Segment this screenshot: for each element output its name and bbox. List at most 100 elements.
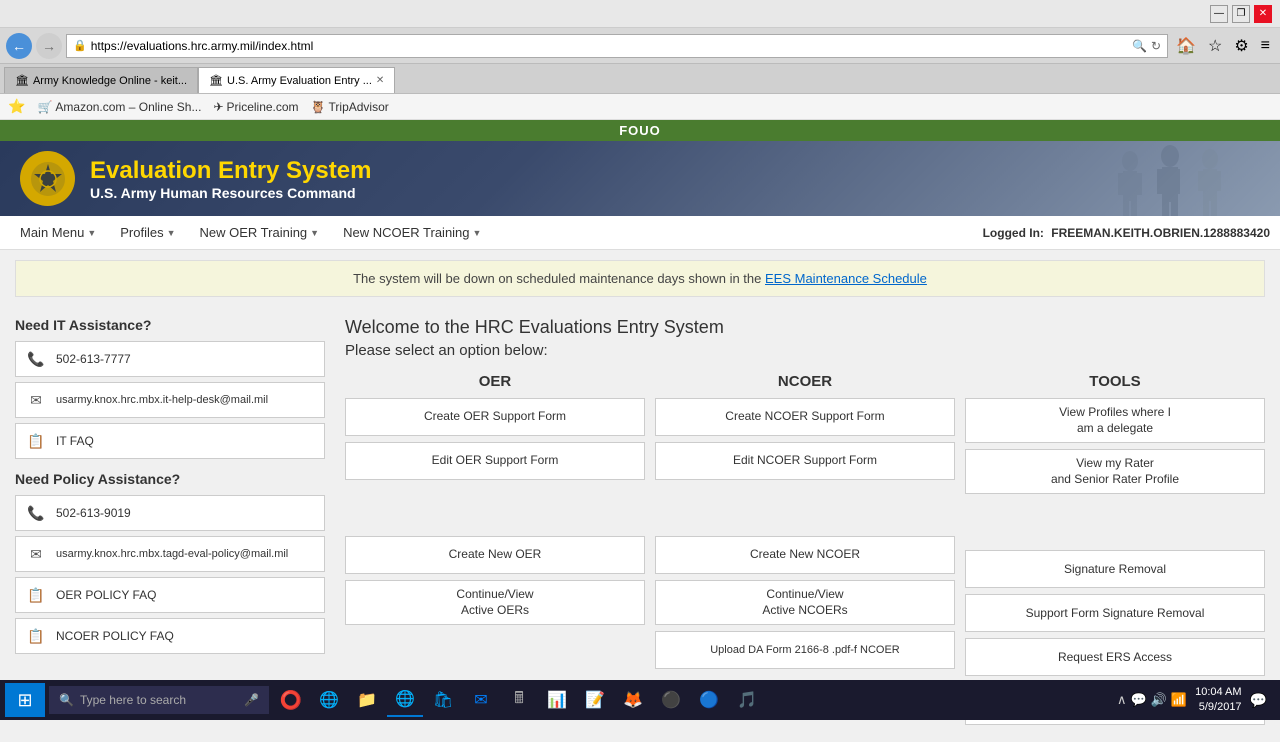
url-input[interactable] bbox=[91, 39, 1128, 53]
oer-column-header: OER bbox=[345, 373, 645, 390]
ees-maintenance-link[interactable]: EES Maintenance Schedule bbox=[765, 271, 927, 286]
policy-phone-button[interactable]: 📞 502-613-9019 bbox=[15, 495, 325, 531]
maintenance-banner: The system will be down on scheduled mai… bbox=[15, 260, 1265, 297]
start-button[interactable]: ⊞ bbox=[5, 683, 45, 717]
welcome-subtitle: Please select an option below: bbox=[345, 342, 1265, 359]
left-panel: Need IT Assistance? 📞 502-613-7777 ✉ usa… bbox=[15, 317, 325, 732]
email-icon: ✉ bbox=[26, 390, 46, 410]
taskbar-right: ∧ 💬 🔊 📶 10:04 AM 5/9/2017 💬 bbox=[1117, 685, 1275, 716]
search-label: Type here to search bbox=[80, 693, 186, 707]
volume-icon[interactable]: 🔊 bbox=[1151, 692, 1167, 708]
taskbar-app-store[interactable]: 🛍 bbox=[425, 683, 461, 717]
chevron-down-icon: ▼ bbox=[167, 228, 176, 238]
tab-aks[interactable]: 🏛 Army Knowledge Online - keit... bbox=[4, 67, 198, 93]
chevron-down-icon: ▼ bbox=[310, 228, 319, 238]
taskbar-app-ie[interactable]: 🌐 bbox=[387, 683, 423, 717]
home-icon[interactable]: 🏠 bbox=[1172, 36, 1200, 56]
email-icon: ✉ bbox=[26, 544, 46, 564]
policy-email-button[interactable]: ✉ usarmy.knox.hrc.mbx.tagd-eval-policy@m… bbox=[15, 536, 325, 572]
forward-button[interactable]: → bbox=[36, 33, 62, 59]
taskbar-search[interactable]: 🔍 Type here to search 🎤 bbox=[49, 686, 269, 714]
policy-section: Need Policy Assistance? 📞 502-613-9019 ✉… bbox=[15, 471, 325, 654]
tabs-bar: 🏛 Army Knowledge Online - keit... 🏛 U.S.… bbox=[0, 64, 1280, 94]
policy-section-title: Need Policy Assistance? bbox=[15, 471, 325, 487]
header-silhouette bbox=[880, 146, 1280, 216]
taskbar-app-cortana[interactable]: ⭕ bbox=[273, 683, 309, 717]
chevron-down-icon: ▼ bbox=[473, 228, 482, 238]
close-button[interactable]: ✕ bbox=[1254, 5, 1272, 23]
notification-icon[interactable]: 💬 bbox=[1250, 692, 1267, 709]
tab-label: U.S. Army Evaluation Entry ... bbox=[227, 75, 372, 87]
header-title: Evaluation Entry System bbox=[90, 157, 371, 185]
ncoer-policy-faq-button[interactable]: 📋 NCOER POLICY FAQ bbox=[15, 618, 325, 654]
document-icon: 📋 bbox=[26, 585, 46, 605]
clock-date: 5/9/2017 bbox=[1195, 700, 1241, 715]
taskbar-app-calc[interactable]: 🖩 bbox=[501, 683, 537, 717]
support-form-signature-removal-button[interactable]: Support Form Signature Removal bbox=[965, 594, 1265, 632]
upload-da-form-button[interactable]: Upload DA Form 2166-8 .pdf-f NCOER bbox=[655, 631, 955, 669]
continue-view-active-oers-button[interactable]: Continue/View Active OERs bbox=[345, 580, 645, 625]
create-new-oer-button[interactable]: Create New OER bbox=[345, 536, 645, 574]
tab-army-eval[interactable]: 🏛 U.S. Army Evaluation Entry ... ✕ bbox=[198, 67, 395, 93]
minimize-button[interactable]: — bbox=[1210, 5, 1228, 23]
tab-close-icon[interactable]: ✕ bbox=[376, 75, 384, 86]
chevron-up-icon[interactable]: ∧ bbox=[1117, 692, 1127, 708]
comment-icon[interactable]: 💬 bbox=[1131, 692, 1147, 708]
fouo-banner: FOUO bbox=[0, 120, 1280, 141]
taskbar-app-powerpoint[interactable]: 📊 bbox=[539, 683, 575, 717]
amazon-icon: 🛒 bbox=[37, 100, 52, 114]
tripadvisor-icon: 🦉 bbox=[311, 100, 326, 114]
taskbar-app-explorer[interactable]: 📁 bbox=[349, 683, 385, 717]
settings-icon[interactable]: ⚙ bbox=[1230, 36, 1252, 56]
network-icon[interactable]: 📶 bbox=[1171, 692, 1187, 708]
bookmark-priceline[interactable]: ✈ Priceline.com bbox=[213, 100, 298, 114]
nav-menu: Main Menu ▼ Profiles ▼ New OER Training … bbox=[0, 216, 1280, 250]
view-rater-profile-button[interactable]: View my Rater and Senior Rater Profile bbox=[965, 449, 1265, 494]
create-ncoer-support-form-button[interactable]: Create NCOER Support Form bbox=[655, 398, 955, 436]
it-phone-button[interactable]: 📞 502-613-7777 bbox=[15, 341, 325, 377]
header-text: Evaluation Entry System U.S. Army Human … bbox=[90, 157, 371, 201]
back-button[interactable]: ← bbox=[6, 33, 32, 59]
nav-main-menu[interactable]: Main Menu ▼ bbox=[10, 219, 106, 246]
taskbar-app-edge[interactable]: 🌐 bbox=[311, 683, 347, 717]
ncoer-column-header: NCOER bbox=[655, 373, 955, 390]
search-icon: 🔍 bbox=[59, 693, 74, 707]
it-faq-button[interactable]: 📋 IT FAQ bbox=[15, 423, 325, 459]
tab-label: Army Knowledge Online - keit... bbox=[33, 75, 187, 87]
maximize-button[interactable]: ❐ bbox=[1232, 5, 1250, 23]
nav-user-info: Logged In: FREEMAN.KEITH.OBRIEN.12888834… bbox=[983, 226, 1270, 240]
oer-policy-faq-button[interactable]: 📋 OER POLICY FAQ bbox=[15, 577, 325, 613]
edit-oer-support-form-button[interactable]: Edit OER Support Form bbox=[345, 442, 645, 480]
continue-view-active-ncoers-button[interactable]: Continue/View Active NCOERs bbox=[655, 580, 955, 625]
priceline-icon: ✈ bbox=[213, 100, 223, 114]
bookmark-amazon[interactable]: 🛒 Amazon.com – Online Sh... bbox=[37, 100, 201, 114]
mic-icon: 🎤 bbox=[244, 693, 259, 707]
welcome-title: Welcome to the HRC Evaluations Entry Sys… bbox=[345, 317, 1265, 338]
nav-oer-training[interactable]: New OER Training ▼ bbox=[190, 219, 330, 246]
edit-ncoer-support-form-button[interactable]: Edit NCOER Support Form bbox=[655, 442, 955, 480]
refresh-icon[interactable]: ↻ bbox=[1151, 39, 1161, 53]
phone-icon: 📞 bbox=[26, 503, 46, 523]
request-ers-access-button[interactable]: Request ERS Access bbox=[965, 638, 1265, 676]
menu-icon[interactable]: ≡ bbox=[1257, 37, 1274, 55]
taskbar-app-firefox[interactable]: 🦊 bbox=[615, 683, 651, 717]
taskbar-app-unknown1[interactable]: ⚫ bbox=[653, 683, 689, 717]
options-grid: OER Create OER Support Form Edit OER Sup… bbox=[345, 373, 1265, 731]
star-icon[interactable]: ☆ bbox=[1204, 36, 1226, 56]
taskbar-app-unknown2[interactable]: 🔵 bbox=[691, 683, 727, 717]
tab-favicon: 🏛 bbox=[209, 74, 223, 87]
document-icon: 📋 bbox=[26, 431, 46, 451]
bookmark-tripadvisor[interactable]: 🦉 TripAdvisor bbox=[311, 100, 389, 114]
it-email-button[interactable]: ✉ usarmy.knox.hrc.mbx.it-help-desk@mail.… bbox=[15, 382, 325, 418]
taskbar-app-mail[interactable]: ✉ bbox=[463, 683, 499, 717]
nav-profiles[interactable]: Profiles ▼ bbox=[110, 219, 185, 246]
create-oer-support-form-button[interactable]: Create OER Support Form bbox=[345, 398, 645, 436]
signature-removal-button[interactable]: Signature Removal bbox=[965, 550, 1265, 588]
taskbar-app-word[interactable]: 📝 bbox=[577, 683, 613, 717]
create-new-ncoer-button[interactable]: Create New NCOER bbox=[655, 536, 955, 574]
view-profiles-delegate-button[interactable]: View Profiles where I am a delegate bbox=[965, 398, 1265, 443]
lock-icon: 🔒 bbox=[73, 39, 87, 52]
tools-column: TOOLS View Profiles where I am a delegat… bbox=[965, 373, 1265, 731]
taskbar-app-music[interactable]: 🎵 bbox=[729, 683, 765, 717]
nav-ncoer-training[interactable]: New NCOER Training ▼ bbox=[333, 219, 491, 246]
